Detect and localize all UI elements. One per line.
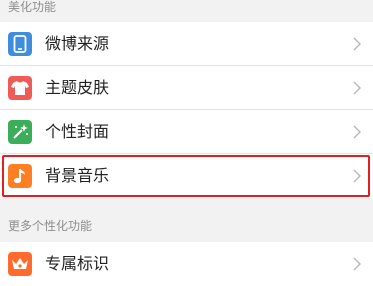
list-item-theme-skin[interactable]: 主题皮肤 (0, 66, 373, 110)
chevron-right-icon (353, 81, 361, 95)
list-item-exclusive-badge[interactable]: 专属标识 (0, 242, 373, 286)
chevron-right-icon (353, 257, 361, 271)
list-item-label: 主题皮肤 (45, 78, 110, 97)
list-item-custom-cover[interactable]: 个性封面 (0, 110, 373, 154)
section-header-more-personalization: 更多个性化功能 (8, 219, 93, 233)
magic-wand-icon (8, 120, 32, 144)
list-item-weibo-source[interactable]: 微博来源 (0, 22, 373, 66)
chevron-right-icon (353, 125, 361, 139)
shirt-icon (8, 76, 32, 100)
list-item-label: 微博来源 (45, 34, 110, 53)
beautify-list: 微博来源 主题皮肤 个性封面 背景音乐 (0, 22, 373, 198)
phone-icon (8, 32, 32, 56)
list-item-background-music[interactable]: 背景音乐 (0, 154, 373, 198)
list-item-label: 专属标识 (45, 254, 110, 273)
list-item-label: 个性封面 (45, 122, 110, 141)
crown-badge-icon (8, 252, 32, 276)
chevron-right-icon (353, 37, 361, 51)
more-personalization-list: 专属标识 (0, 242, 373, 286)
chevron-right-icon (353, 169, 361, 183)
section-header-beautify: 美化功能 (8, 0, 57, 14)
list-item-label: 背景音乐 (45, 166, 110, 185)
music-note-icon (8, 164, 32, 188)
